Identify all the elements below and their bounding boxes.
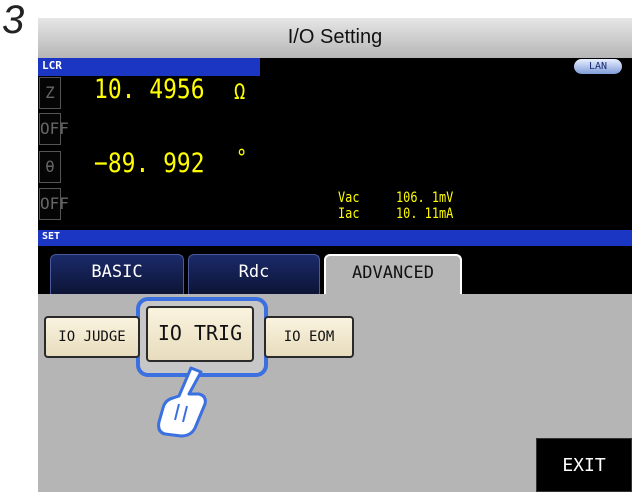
param2-value: −89. 992 — [94, 148, 205, 179]
advanced-panel: IO JUDGE IO TRIG IO EOM EXIT — [38, 294, 632, 492]
io-trig-button[interactable]: IO TRIG — [146, 306, 254, 362]
param1-unit: Ω — [234, 80, 246, 105]
tab-bar: BASIC Rdc ADVANCED — [38, 246, 632, 296]
param2-state[interactable]: OFF — [39, 188, 69, 220]
instrument-screen: I/O Setting LCR LAN Z OFF θ OFF 10. 4956… — [38, 18, 632, 492]
lan-badge: LAN — [574, 59, 622, 74]
param2-selector[interactable]: θ — [39, 151, 61, 183]
lcr-mode-label: LCR — [42, 59, 62, 72]
iac-label: Iac — [338, 206, 360, 222]
set-label: SET — [42, 231, 61, 242]
set-bar: SET — [38, 230, 632, 246]
tab-advanced[interactable]: ADVANCED — [324, 254, 462, 296]
step-number: 3 — [2, 0, 25, 42]
param1-value: 10. 4956 — [94, 74, 205, 105]
param1-state[interactable]: OFF — [39, 113, 69, 145]
page-title: I/O Setting — [38, 18, 632, 58]
param2-unit: ° — [236, 146, 248, 171]
vac-value: 106. 1mV — [396, 190, 454, 206]
hand-pointer-icon — [157, 366, 207, 438]
tab-rdc[interactable]: Rdc — [188, 254, 320, 295]
measurement-display: Z OFF θ OFF 10. 4956 Ω −89. 992 ° Vac 10… — [38, 74, 632, 230]
exit-button[interactable]: EXIT — [536, 438, 632, 492]
vac-label: Vac — [338, 190, 360, 206]
tab-basic[interactable]: BASIC — [50, 254, 184, 295]
param1-selector[interactable]: Z — [39, 77, 61, 109]
iac-value: 10. 11mA — [396, 206, 454, 222]
io-eom-button[interactable]: IO EOM — [264, 316, 354, 358]
io-judge-button[interactable]: IO JUDGE — [44, 316, 140, 358]
